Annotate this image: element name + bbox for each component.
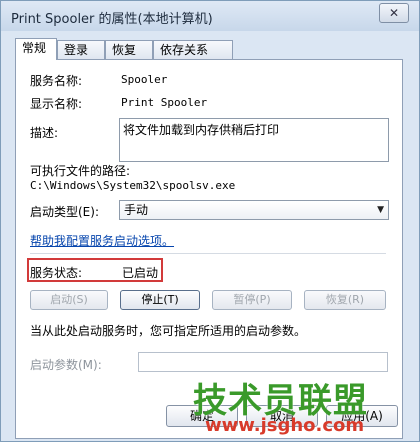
startup-params-label: 启动参数(M): (30, 358, 102, 372)
service-name-label: 服务名称: (30, 74, 83, 88)
start-button[interactable]: 启动(S) (30, 290, 108, 310)
path-label: 可执行文件的路径: (30, 164, 131, 178)
path-value: C:\Windows\System32\spoolsv.exe (30, 179, 236, 192)
pause-button[interactable]: 暂停(P) (212, 290, 292, 310)
tab-general[interactable]: 常规 (15, 38, 57, 60)
chevron-down-icon: ▼ (377, 205, 384, 215)
tab-dependencies[interactable]: 依存关系 (153, 40, 233, 59)
description-box[interactable]: 将文件加载到内存供稍后打印 (119, 118, 389, 162)
service-status-label: 服务状态: (30, 266, 83, 280)
window-title: Print Spooler 的属性(本地计算机) (11, 12, 213, 27)
close-button[interactable]: ✕ (379, 3, 409, 23)
startup-params-hint: 当从此处启动服务时，您可指定所适用的启动参数。 (30, 324, 307, 338)
help-link[interactable]: 帮助我配置服务启动选项。 (30, 232, 174, 249)
title-bar[interactable]: Print Spooler 的属性(本地计算机) ✕ (1, 1, 419, 31)
resume-button[interactable]: 恢复(R) (304, 290, 386, 310)
divider (30, 253, 386, 254)
properties-dialog: Print Spooler 的属性(本地计算机) ✕ 常规 登录 恢复 依存关系… (0, 0, 420, 442)
startup-params-input[interactable] (138, 352, 388, 372)
watermark-url: www.jsgho.com (205, 415, 365, 436)
description-label: 描述: (30, 126, 59, 140)
tab-recovery[interactable]: 恢复 (105, 40, 153, 59)
display-name-value: Print Spooler (121, 96, 208, 109)
startup-type-label: 启动类型(E): (30, 205, 99, 219)
startup-type-select[interactable]: 手动 ▼ (119, 200, 389, 220)
tab-logon[interactable]: 登录 (57, 40, 105, 59)
service-status-value: 已启动 (122, 266, 159, 280)
display-name-label: 显示名称: (30, 97, 83, 111)
service-name-value: Spooler (121, 73, 168, 86)
startup-type-value: 手动 (124, 203, 149, 217)
stop-button[interactable]: 停止(T) (120, 290, 200, 310)
